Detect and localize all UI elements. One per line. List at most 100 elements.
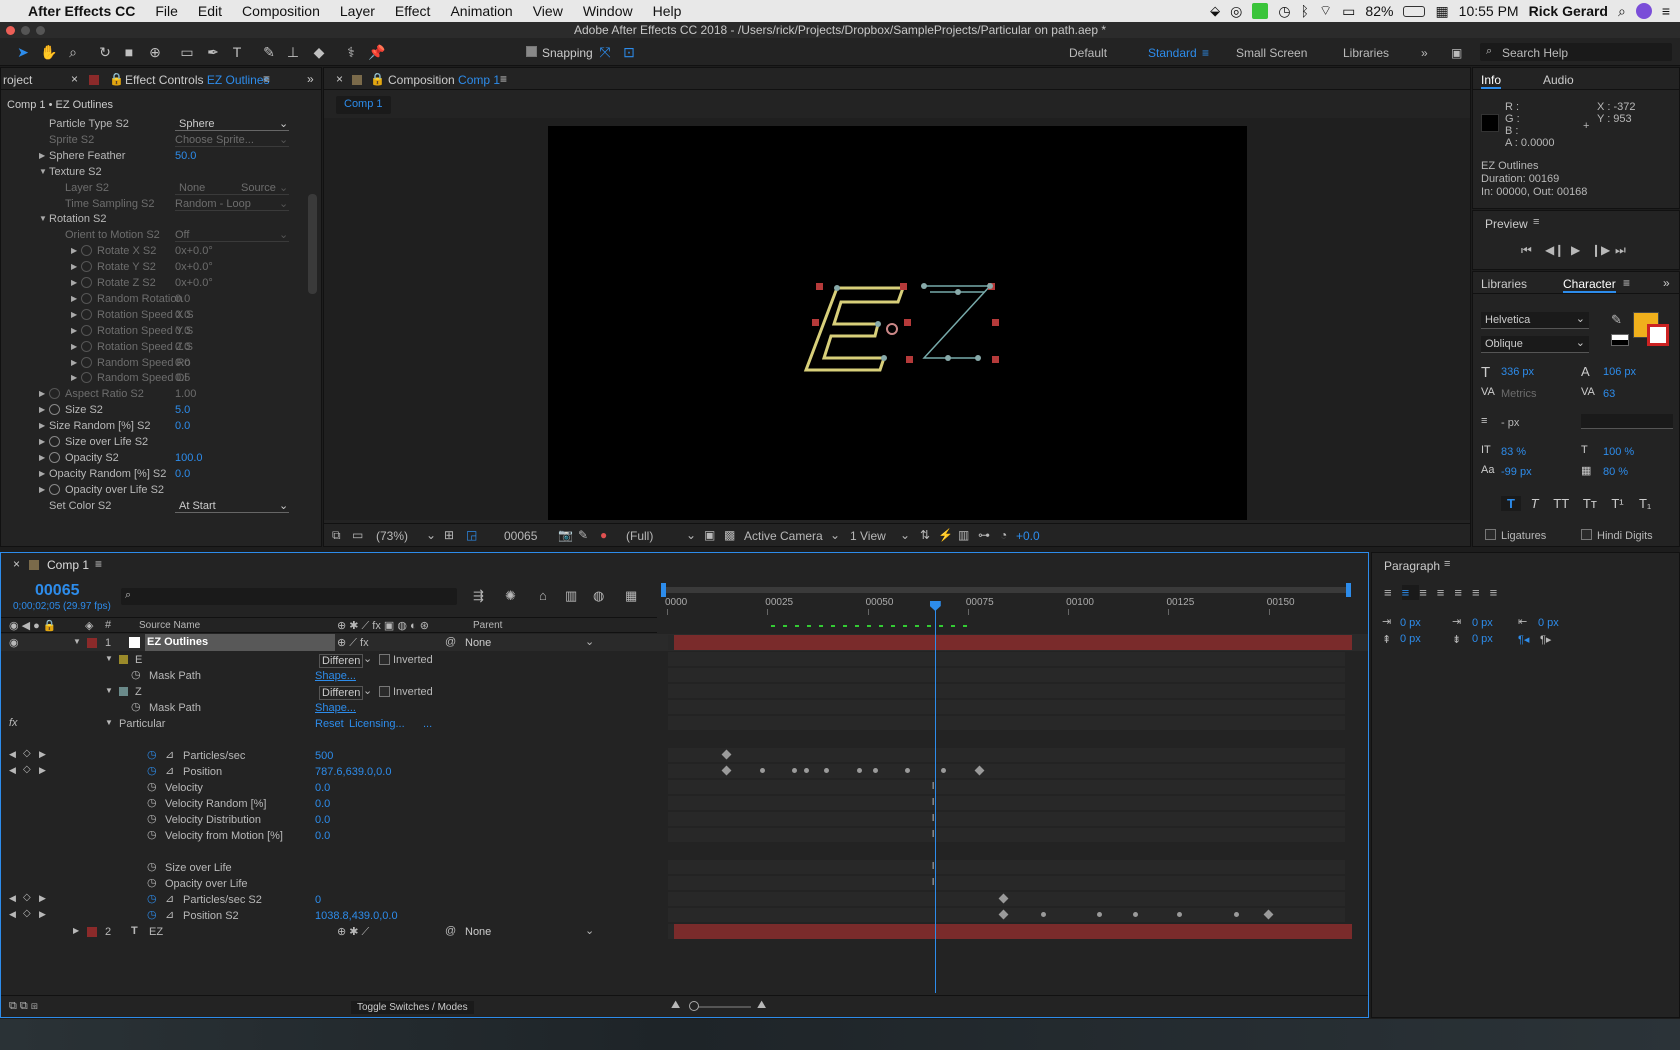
effect-property-row[interactable]: ▶ Opacity over Life S2 <box>1 482 307 499</box>
airplay-icon[interactable]: ▭ <box>1342 3 1355 20</box>
stopwatch-icon[interactable]: ◷ <box>147 908 157 921</box>
next-keyframe-icon[interactable]: ▶ <box>39 909 46 920</box>
effect-property-row[interactable]: Orient to Motion S2 Off ⌄ <box>1 227 307 244</box>
kerning-value[interactable]: Metrics <box>1501 388 1536 400</box>
stopwatch-icon[interactable] <box>49 404 60 416</box>
faux-bold-button[interactable]: T <box>1501 496 1521 511</box>
tab-effect-controls[interactable]: Effect Controls EZ Outlines <box>125 73 270 87</box>
superscript-button[interactable]: T¹ <box>1606 496 1630 511</box>
stopwatch-icon[interactable]: ◷ <box>147 828 157 841</box>
expanded-triangle-icon[interactable]: ▼ <box>39 167 47 176</box>
stopwatch-icon[interactable]: ◷ <box>147 748 157 761</box>
effect-property-row[interactable]: ▶ Opacity Random [%] S2 0.0 <box>1 466 307 483</box>
timeline-row[interactable]: ▼ Z Differen ⌄ Inverted <box>1 683 1368 700</box>
space-before-value[interactable]: 0 px <box>1400 633 1421 645</box>
effect-property-row[interactable]: ▶ Rotate Z S2 0x+0.0° <box>1 275 307 292</box>
clone-stamp-tool-icon[interactable]: ⊥ <box>284 43 302 61</box>
timeline-row[interactable]: ◷ Mask Path Shape... <box>1 667 1368 683</box>
eraser-tool-icon[interactable]: ◆ <box>310 43 328 61</box>
timeline-row[interactable]: ◀ ◇ ▶ ◷ ⊿ Particles/sec S2 0 <box>1 891 1368 907</box>
siri-icon[interactable] <box>1635 3 1652 19</box>
menu-animation[interactable]: Animation <box>440 3 522 19</box>
align-center-icon[interactable]: ≡ <box>1401 585 1420 600</box>
workspace-small-screen[interactable]: Small Screen <box>1236 46 1307 60</box>
workspace-menu-icon[interactable]: ≡ <box>1202 46 1209 60</box>
first-frame-icon[interactable]: ⏮ <box>1521 243 1532 258</box>
faux-italic-button[interactable]: T <box>1525 496 1545 511</box>
graph-icon[interactable]: ⊿ <box>165 748 174 761</box>
panel-menu-icon[interactable]: ≡ <box>1533 216 1539 228</box>
expanded-triangle-icon[interactable]: ▼ <box>39 214 47 223</box>
timeline-icon[interactable]: ▥ <box>958 528 969 542</box>
collapse-triangle-icon[interactable]: ▶ <box>71 246 77 255</box>
rtl-direction-icon[interactable]: ¶▸ <box>1540 633 1551 646</box>
work-area-start[interactable] <box>661 583 666 597</box>
close-window-button[interactable] <box>6 26 15 35</box>
play-icon[interactable]: ▶ <box>1571 243 1580 257</box>
hindi-digits-checkbox[interactable] <box>1581 529 1592 540</box>
tab-character[interactable]: Character <box>1563 277 1616 293</box>
flowchart-icon[interactable]: ⊶ <box>978 528 990 542</box>
reset-exposure-icon[interactable]: ◔ <box>1000 528 1007 542</box>
effect-property-value-secondary[interactable]: Source <box>241 182 276 194</box>
creative-cloud-icon[interactable]: ◎ <box>1230 3 1242 20</box>
workspace-default[interactable]: Default <box>1069 46 1107 60</box>
keyframe[interactable] <box>1233 912 1239 917</box>
time-ruler[interactable]: 0000 00025 00050 00075 00100 00125 00150 <box>661 583 1351 633</box>
snapshot-icon[interactable]: 📷 <box>558 528 573 542</box>
effect-property-row[interactable]: ▶ Aspect Ratio S2 1.00 <box>1 386 307 403</box>
collapse-triangle-icon[interactable]: ▶ <box>71 294 77 303</box>
effect-property-row[interactable]: Particle Type S2 Sphere ⌄ <box>1 116 307 133</box>
justify-all-icon[interactable]: ≡ <box>1490 585 1508 600</box>
expanded-triangle-icon[interactable]: ▼ <box>105 718 113 727</box>
source-name-header[interactable]: Source Name <box>139 620 200 631</box>
layer-name[interactable]: EZ Outlines <box>145 634 335 651</box>
effect-property-value[interactable]: 0.0 <box>175 309 190 321</box>
effect-property-row[interactable]: ▼ Rotation S2 <box>1 211 307 228</box>
align-right-icon[interactable]: ≡ <box>1419 585 1437 600</box>
dropbox-icon[interactable]: ⬙ <box>1210 3 1220 19</box>
effect-property-row[interactable]: ▶ Size S2 5.0 <box>1 402 307 419</box>
shy-layers-icon[interactable]: ⌂ <box>539 588 547 603</box>
layer-duration-bar[interactable] <box>674 924 1352 939</box>
font-style-dropdown[interactable]: Oblique ⌄ <box>1481 336 1589 353</box>
region-of-interest-icon[interactable]: ▣ <box>704 528 715 542</box>
transparency-grid-icon[interactable]: ▩ <box>724 528 735 542</box>
timeline-row[interactable]: ◷ Opacity over Life I <box>1 875 1368 891</box>
effect-property-value[interactable]: 50.0 <box>175 150 196 162</box>
timeline-row[interactable]: ◉ ▼ 1 EZ Outlines ⊕ ⟋ fx @ None ⌄ <box>1 634 1368 651</box>
stopwatch-icon[interactable] <box>49 388 60 400</box>
zoom-in-icon[interactable]: ⛰ <box>757 999 766 1012</box>
stopwatch-icon[interactable] <box>81 356 92 368</box>
stopwatch-icon[interactable] <box>49 436 60 447</box>
inverted-checkbox[interactable] <box>379 686 390 697</box>
toggle-switches-modes[interactable]: Toggle Switches / Modes <box>351 1001 474 1014</box>
stopwatch-icon[interactable] <box>81 292 92 304</box>
effect-property-row[interactable]: ▶ Size over Life S2 <box>1 434 307 451</box>
black-white-swatch[interactable] <box>1611 334 1629 346</box>
effect-property-value[interactable]: 0.0 <box>175 357 190 369</box>
previous-keyframe-icon[interactable]: ◀ <box>9 765 16 776</box>
stopwatch-icon[interactable] <box>81 340 92 352</box>
frame-blending-icon[interactable]: ▥ <box>565 588 577 604</box>
bluetooth-icon[interactable]: ᛒ <box>1301 3 1309 19</box>
graph-icon[interactable]: ⊿ <box>165 892 174 905</box>
stopwatch-icon[interactable]: ◷ <box>131 700 141 713</box>
previous-frame-icon[interactable]: ◀❙ <box>1545 243 1564 257</box>
stopwatch-icon[interactable]: ◷ <box>147 780 157 793</box>
align-left-icon[interactable]: ≡ <box>1384 585 1402 600</box>
add-keyframe-icon[interactable]: ◇ <box>23 748 31 759</box>
previous-keyframe-icon[interactable]: ◀ <box>9 909 16 920</box>
parent-header[interactable]: Parent <box>473 620 502 631</box>
motion-blur-icon[interactable]: ◍ <box>593 588 604 604</box>
panel-expand-icon[interactable]: » <box>1663 276 1670 290</box>
hand-tool-icon[interactable]: ✋ <box>40 43 58 61</box>
rotation-tool-icon[interactable]: ↻ <box>96 43 114 61</box>
timeline-zoom-thumb[interactable] <box>689 1001 699 1011</box>
effect-property-row[interactable]: ▶ Rotation Speed Z S 0.0 <box>1 339 307 356</box>
stopwatch-icon[interactable]: ◷ <box>147 876 157 889</box>
eyedropper-icon[interactable]: ✎ <box>1611 312 1622 328</box>
menu-composition[interactable]: Composition <box>232 3 330 19</box>
zoom-window-button[interactable] <box>36 26 45 35</box>
parent-pickwhip-icon[interactable]: @ <box>445 925 456 937</box>
